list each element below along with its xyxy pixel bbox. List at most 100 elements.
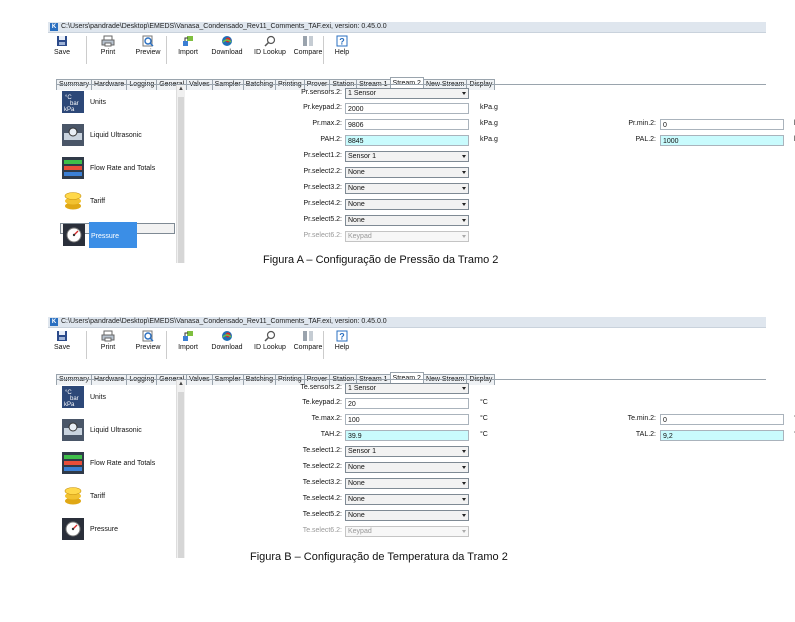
sidebar-item-label: Units bbox=[90, 394, 106, 401]
content-area: °C bar kPa Units Liquid Ultrasonic Flow Rate … bbox=[56, 84, 795, 263]
toolbar-divider bbox=[323, 331, 324, 359]
print-button[interactable]: Print bbox=[94, 330, 122, 360]
scroll-up-icon[interactable]: ▲ bbox=[177, 380, 185, 388]
sidebar-item-pressure[interactable]: Pressure bbox=[60, 518, 175, 546]
sidebar-scrollbar[interactable]: ▲ bbox=[176, 85, 185, 263]
select-5-dropdown[interactable]: None bbox=[345, 215, 469, 226]
select-5-dropdown[interactable]: None bbox=[345, 510, 469, 521]
max-input[interactable]: 100 bbox=[345, 414, 469, 425]
app-icon: K bbox=[50, 23, 58, 31]
toolbar-label: Help bbox=[334, 49, 350, 56]
sidebar-item-units[interactable]: °C bar kPa Units bbox=[60, 91, 175, 119]
chevron-down-icon bbox=[462, 530, 466, 533]
chevron-down-icon bbox=[462, 450, 466, 453]
tab-strip: Summary Hardware Logging General Valves Sampl… bbox=[56, 367, 496, 385]
sidebar-scrollbar[interactable]: ▲ bbox=[176, 380, 185, 558]
toolbar-label: Save bbox=[54, 344, 70, 351]
select-6-label: Pr.select6.2: bbox=[303, 232, 342, 239]
compare-button[interactable]: Compare bbox=[288, 330, 328, 360]
sidebar-item-label: Tariff bbox=[90, 198, 106, 205]
help-icon: ? bbox=[330, 35, 354, 47]
toolbar-label: Download bbox=[211, 49, 243, 56]
dropdown-value: None bbox=[348, 464, 365, 471]
select-2-dropdown[interactable]: None bbox=[345, 462, 469, 473]
min-input[interactable]: 0 bbox=[660, 414, 784, 425]
scroll-thumb[interactable] bbox=[178, 97, 184, 263]
sidebar-item-label: Pressure bbox=[90, 526, 119, 533]
alarm-low-input[interactable]: 1000 bbox=[660, 135, 784, 146]
import-button[interactable]: Import bbox=[172, 330, 204, 360]
download-button[interactable]: Download bbox=[206, 330, 248, 360]
scroll-up-icon[interactable]: ▲ bbox=[177, 85, 185, 93]
sidebar: °C bar kPa Units Liquid Ultrasonic Flow Rate … bbox=[56, 85, 185, 263]
save-button[interactable]: Save bbox=[52, 35, 72, 65]
flow-totals-icon bbox=[62, 157, 84, 179]
max-unit: kPa.g bbox=[480, 120, 498, 127]
id-lookup-button[interactable]: ID Lookup bbox=[248, 35, 292, 65]
compare-icon bbox=[288, 330, 328, 342]
max-input[interactable]: 9806 bbox=[345, 119, 469, 130]
help-button[interactable]: ? Help bbox=[330, 35, 354, 65]
chevron-down-icon bbox=[462, 171, 466, 174]
chevron-down-icon bbox=[462, 187, 466, 190]
alarm-low-label: PAL.2: bbox=[635, 136, 657, 143]
toolbar-label: Print bbox=[100, 49, 116, 56]
download-button[interactable]: Download bbox=[206, 35, 248, 65]
coins-icon bbox=[62, 190, 84, 212]
max-unit: °C bbox=[480, 415, 488, 422]
toolbar-label: Compare bbox=[293, 344, 323, 351]
toolbar-label: Preview bbox=[135, 344, 161, 351]
select-1-dropdown[interactable]: Sensor 1 bbox=[345, 151, 469, 162]
chevron-down-icon bbox=[462, 387, 466, 390]
chevron-down-icon bbox=[462, 92, 466, 95]
max-label: Pr.max.2: bbox=[312, 120, 342, 127]
select-2-dropdown[interactable]: None bbox=[345, 167, 469, 178]
sidebar-item-flow-rate-and-totals[interactable]: Flow Rate and Totals bbox=[60, 157, 175, 185]
id-lookup-button[interactable]: ID Lookup bbox=[248, 330, 292, 360]
keypad-input[interactable]: 2000 bbox=[345, 103, 469, 114]
help-button[interactable]: ? Help bbox=[330, 330, 354, 360]
keypad-input[interactable]: 20 bbox=[345, 398, 469, 409]
select-1-dropdown[interactable]: Sensor 1 bbox=[345, 446, 469, 457]
sidebar-item-units[interactable]: °C bar kPa Units bbox=[60, 386, 175, 414]
chevron-down-icon bbox=[462, 482, 466, 485]
import-icon bbox=[172, 330, 204, 342]
sensors-dropdown[interactable]: 1 Sensor bbox=[345, 383, 469, 394]
sensors-label: Pr.sensors.2: bbox=[301, 89, 342, 96]
alarm-high-input[interactable]: 8845 bbox=[345, 135, 469, 146]
print-button[interactable]: Print bbox=[94, 35, 122, 65]
min-input[interactable]: 0 bbox=[660, 119, 784, 130]
sidebar-item-tariff[interactable]: Tariff bbox=[60, 190, 175, 218]
preview-button[interactable]: Preview bbox=[130, 35, 166, 65]
alarm-high-label: PAH.2: bbox=[320, 136, 342, 143]
select-3-dropdown[interactable]: None bbox=[345, 478, 469, 489]
max-label: Te.max.2: bbox=[311, 415, 342, 422]
sidebar-item-label: Flow Rate and Totals bbox=[90, 165, 156, 172]
select-1-label: Pr.select1.2: bbox=[303, 152, 342, 159]
flow-totals-icon bbox=[62, 452, 84, 474]
dropdown-value: None bbox=[348, 496, 365, 503]
alarm-low-input[interactable]: 9,2 bbox=[660, 430, 784, 441]
chevron-down-icon bbox=[462, 514, 466, 517]
sidebar-item-label: Pressure bbox=[91, 233, 120, 240]
sensors-dropdown[interactable]: 1 Sensor bbox=[345, 88, 469, 99]
help-icon: ? bbox=[330, 330, 354, 342]
sidebar-item-tariff[interactable]: Tariff bbox=[60, 485, 175, 513]
select-4-dropdown[interactable]: None bbox=[345, 494, 469, 505]
save-button[interactable]: Save bbox=[52, 330, 72, 360]
preview-button[interactable]: Preview bbox=[130, 330, 166, 360]
sidebar-item-pressure[interactable]: Pressure bbox=[60, 222, 175, 248]
sidebar-item-liquid-ultrasonic[interactable]: Liquid Ultrasonic bbox=[60, 419, 175, 447]
import-button[interactable]: Import bbox=[172, 35, 204, 65]
alarm-high-input[interactable]: 39.9 bbox=[345, 430, 469, 441]
select-3-dropdown[interactable]: None bbox=[345, 183, 469, 194]
scroll-thumb[interactable] bbox=[178, 392, 184, 558]
id-lookup-icon bbox=[248, 35, 292, 47]
dropdown-value: None bbox=[348, 217, 365, 224]
dropdown-value: None bbox=[348, 169, 365, 176]
sidebar-item-flow-rate-and-totals[interactable]: Flow Rate and Totals bbox=[60, 452, 175, 480]
compare-button[interactable]: Compare bbox=[288, 35, 328, 65]
sidebar-item-liquid-ultrasonic[interactable]: Liquid Ultrasonic bbox=[60, 124, 175, 152]
select-4-dropdown[interactable]: None bbox=[345, 199, 469, 210]
min-label: Pr.min.2: bbox=[628, 120, 656, 127]
